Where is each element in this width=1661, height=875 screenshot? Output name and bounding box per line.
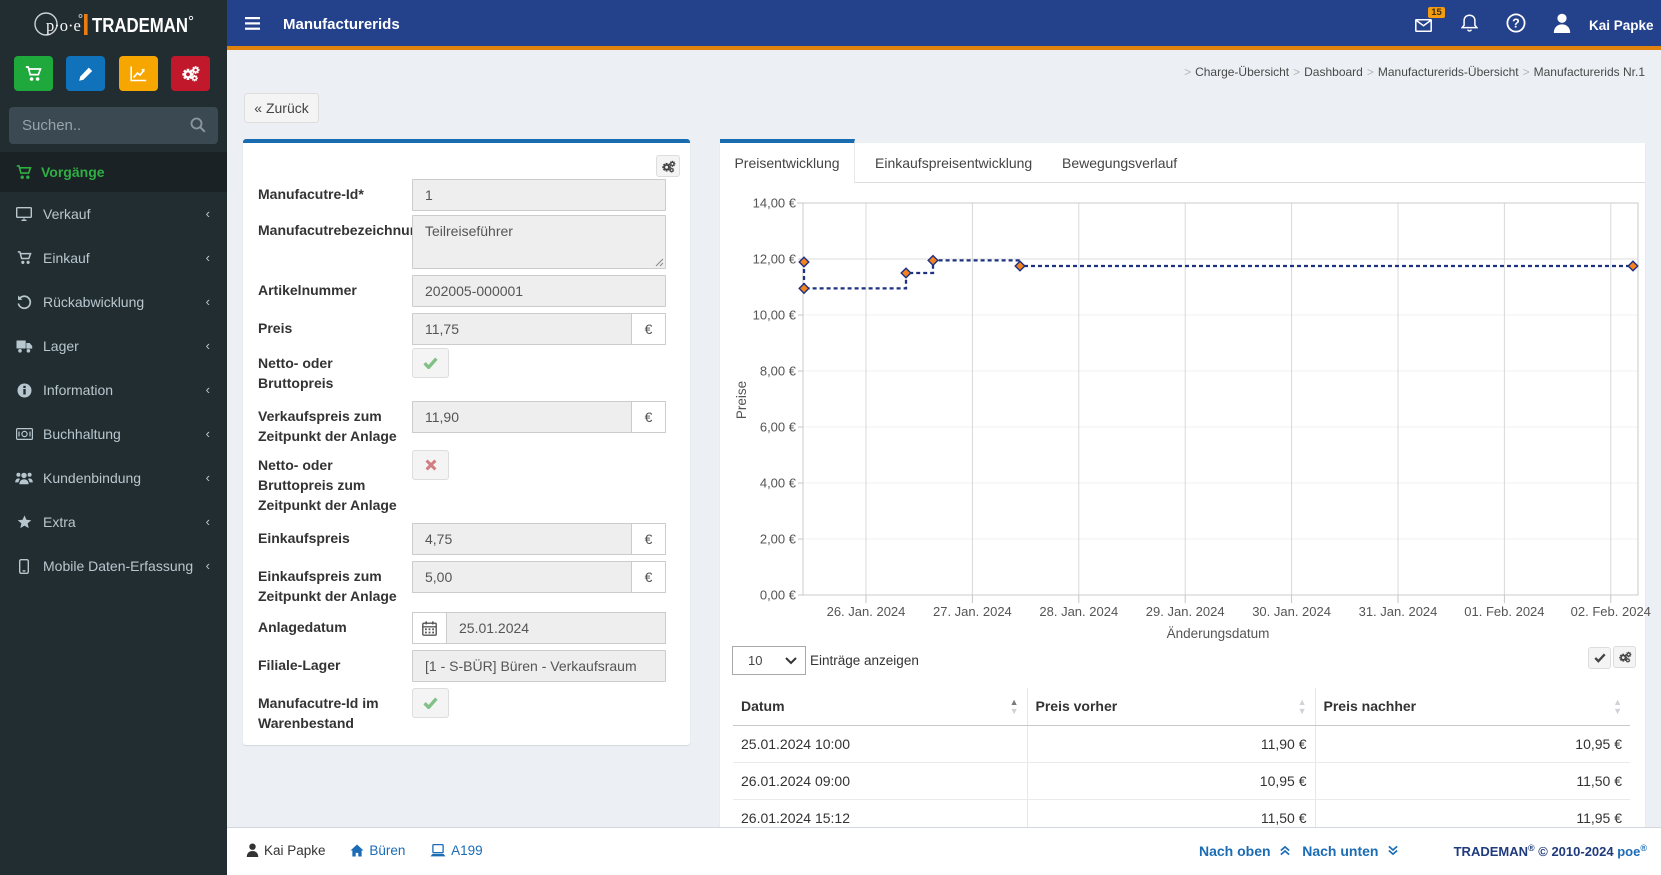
svg-text:Preise: Preise — [734, 381, 749, 419]
svg-text:4,00 €: 4,00 € — [760, 476, 797, 491]
svg-text:27. Jan. 2024: 27. Jan. 2024 — [933, 604, 1012, 619]
svg-text:10,00 €: 10,00 € — [753, 308, 797, 323]
svg-text:8,00 €: 8,00 € — [760, 364, 797, 379]
svg-text:14,00 €: 14,00 € — [753, 196, 797, 211]
svg-text:30. Jan. 2024: 30. Jan. 2024 — [1252, 604, 1331, 619]
svg-text:12,00 €: 12,00 € — [753, 252, 797, 267]
svg-text:p·o·e: p·o·e — [46, 16, 81, 35]
svg-text:28. Jan. 2024: 28. Jan. 2024 — [1039, 604, 1118, 619]
svg-text:?: ? — [1512, 17, 1520, 31]
svg-text:02. Feb. 2024: 02. Feb. 2024 — [1571, 604, 1651, 619]
svg-text:Änderungsdatum: Änderungsdatum — [1167, 626, 1270, 641]
svg-text:01. Feb. 2024: 01. Feb. 2024 — [1464, 604, 1544, 619]
svg-text:29. Jan. 2024: 29. Jan. 2024 — [1146, 604, 1225, 619]
svg-text:2,00 €: 2,00 € — [760, 532, 797, 547]
svg-text:26. Jan. 2024: 26. Jan. 2024 — [827, 604, 906, 619]
svg-text:6,00 €: 6,00 € — [760, 420, 797, 435]
svg-text:31. Jan. 2024: 31. Jan. 2024 — [1359, 604, 1438, 619]
svg-text:0,00 €: 0,00 € — [760, 588, 797, 603]
svg-text:TRADEMAN: TRADEMAN — [92, 14, 188, 37]
